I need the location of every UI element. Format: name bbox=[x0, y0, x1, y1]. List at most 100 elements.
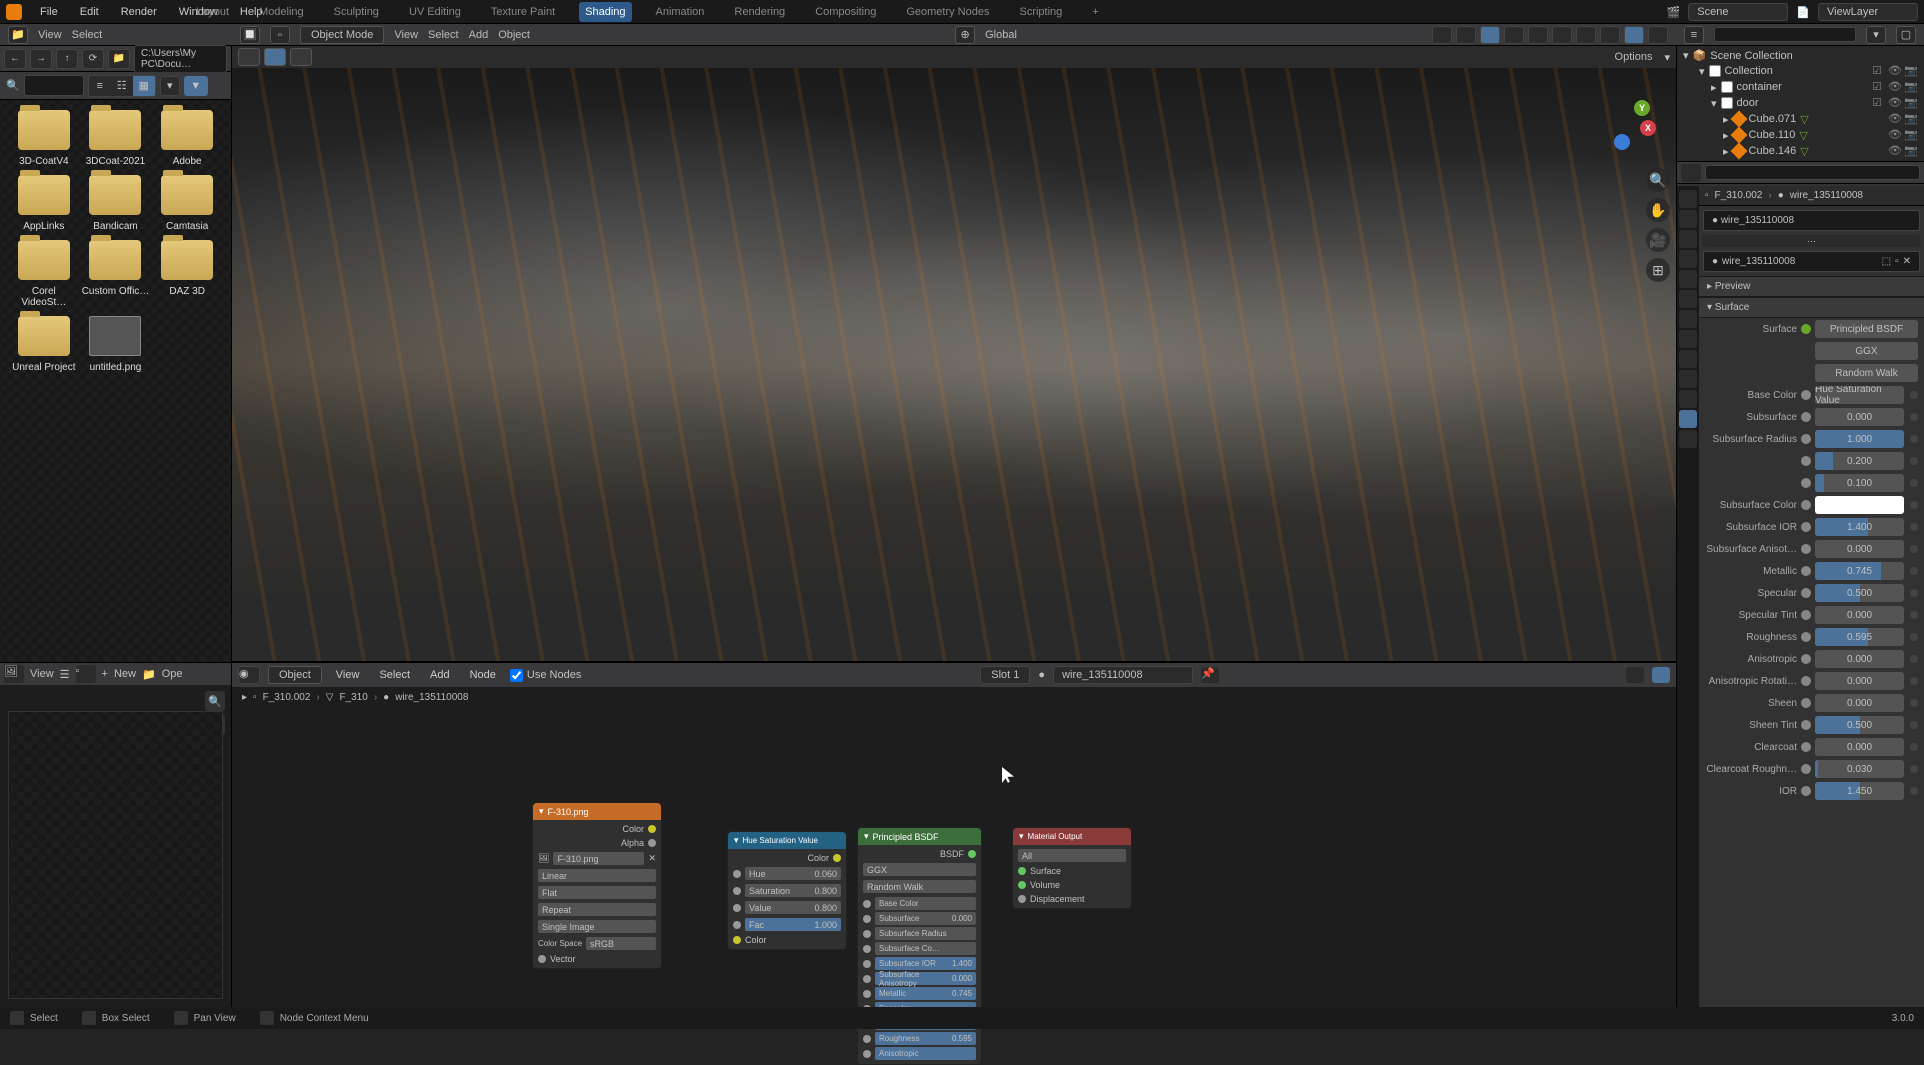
overlay-toggle[interactable] bbox=[1504, 26, 1524, 44]
editor-type-viewport-icon[interactable]: 🔲 bbox=[240, 26, 260, 44]
keyframe-dot-icon[interactable] bbox=[1910, 765, 1918, 773]
property-slider[interactable] bbox=[1815, 496, 1904, 514]
property-slider[interactable]: Hue Saturation Value bbox=[1815, 386, 1904, 404]
vp-object-menu[interactable]: Object bbox=[498, 29, 530, 41]
input-socket[interactable] bbox=[733, 921, 741, 929]
move-tool-icon[interactable] bbox=[290, 48, 312, 66]
input-socket[interactable] bbox=[863, 930, 871, 938]
tab-rendering[interactable]: Rendering bbox=[728, 2, 791, 22]
gizmo-y-axis[interactable]: Y bbox=[1634, 100, 1650, 116]
socket-icon[interactable] bbox=[1801, 566, 1811, 576]
node-value-slider[interactable]: Anisotropic bbox=[875, 1047, 976, 1060]
property-slider[interactable]: 0.000 bbox=[1815, 672, 1904, 690]
shade-rendered[interactable] bbox=[1624, 26, 1644, 44]
surface-shader-select[interactable]: Principled BSDF bbox=[1815, 320, 1918, 338]
socket-icon[interactable] bbox=[1801, 786, 1811, 796]
uv-canvas[interactable] bbox=[8, 711, 223, 999]
folder-icon[interactable]: 📁 bbox=[142, 668, 156, 681]
folder-item[interactable]: AppLinks bbox=[10, 175, 78, 232]
keyframe-dot-icon[interactable] bbox=[1910, 545, 1918, 553]
input-socket[interactable] bbox=[863, 915, 871, 923]
shade-solid[interactable] bbox=[1576, 26, 1596, 44]
prop-tab-physics[interactable] bbox=[1679, 350, 1697, 368]
unlink-icon[interactable]: ✕ bbox=[648, 853, 656, 864]
outliner-item[interactable]: ▾door☑👁📷 bbox=[1681, 95, 1920, 111]
prop-tab-particles[interactable] bbox=[1679, 330, 1697, 348]
properties-search[interactable] bbox=[1705, 165, 1920, 180]
socket-icon[interactable] bbox=[1801, 412, 1811, 422]
prop-tab-render[interactable] bbox=[1679, 190, 1697, 208]
value-slider[interactable]: Value0.800 bbox=[745, 901, 841, 914]
tab-sculpting[interactable]: Sculpting bbox=[328, 2, 385, 22]
drag-handle[interactable]: ⋯ bbox=[1702, 235, 1921, 247]
node-value-slider[interactable]: Subsurface0.000 bbox=[875, 912, 976, 925]
input-socket[interactable] bbox=[733, 870, 741, 878]
property-slider[interactable]: 0.030 bbox=[1815, 760, 1904, 778]
socket-icon[interactable] bbox=[1801, 698, 1811, 708]
node-header[interactable]: ▾F-310.png bbox=[533, 803, 661, 820]
node-value-slider[interactable]: Subsurface IOR1.400 bbox=[875, 957, 976, 970]
node-principled-bsdf[interactable]: ▾Principled BSDF BSDF GGX Random Walk Ba… bbox=[857, 827, 982, 1065]
distribution-select[interactable]: GGX bbox=[863, 863, 976, 876]
render-icon[interactable]: 📷 bbox=[1904, 112, 1918, 126]
render-icon[interactable]: 📷 bbox=[1904, 128, 1918, 142]
output-socket[interactable] bbox=[968, 850, 976, 858]
folder-item[interactable]: Corel VideoSt… bbox=[10, 240, 78, 308]
nav-up-icon[interactable]: ↑ bbox=[56, 49, 78, 69]
tab-compositing[interactable]: Compositing bbox=[809, 2, 882, 22]
node-value-slider[interactable]: Subsurface Co… bbox=[875, 942, 976, 955]
node-hue-saturation[interactable]: ▾Hue Saturation Value Color Hue0.060 Sat… bbox=[727, 831, 847, 950]
keyframe-dot-icon[interactable] bbox=[1910, 479, 1918, 487]
keyframe-dot-icon[interactable] bbox=[1910, 743, 1918, 751]
checkbox-icon[interactable]: ☑ bbox=[1872, 64, 1886, 78]
output-socket[interactable] bbox=[648, 839, 656, 847]
property-slider[interactable]: 0.000 bbox=[1815, 408, 1904, 426]
prop-tab-mesh[interactable] bbox=[1679, 390, 1697, 408]
xray-toggle[interactable] bbox=[1528, 26, 1548, 44]
output-socket[interactable] bbox=[833, 854, 841, 862]
hamburger-icon[interactable]: ☰ bbox=[60, 668, 70, 681]
tab-shading[interactable]: Shading bbox=[579, 2, 631, 22]
shader-node-editor[interactable]: ◉ Object View Select Add Node Use Nodes … bbox=[232, 662, 1676, 1007]
property-slider[interactable]: 0.000 bbox=[1815, 738, 1904, 756]
filter-icon[interactable]: ▼ bbox=[184, 76, 208, 96]
node-value-slider[interactable]: Roughness0.595 bbox=[875, 1032, 976, 1045]
projection-select[interactable]: Flat bbox=[538, 886, 656, 899]
ne-node-menu[interactable]: Node bbox=[464, 667, 502, 683]
colorspace-select[interactable]: sRGB bbox=[586, 937, 656, 950]
material-name-field[interactable]: wire_135110008 bbox=[1053, 666, 1193, 684]
file-search-input[interactable] bbox=[24, 75, 84, 96]
folder-item[interactable]: 3D-CoatV4 bbox=[10, 110, 78, 167]
folder-item[interactable]: Bandicam bbox=[82, 175, 150, 232]
keyframe-dot-icon[interactable] bbox=[1910, 677, 1918, 685]
keyframe-dot-icon[interactable] bbox=[1910, 787, 1918, 795]
target-select[interactable]: All bbox=[1018, 849, 1126, 862]
property-slider[interactable]: 0.000 bbox=[1815, 650, 1904, 668]
socket-icon[interactable] bbox=[1801, 720, 1811, 730]
node-header[interactable]: ▾Principled BSDF bbox=[858, 828, 981, 845]
socket-icon[interactable] bbox=[1801, 522, 1811, 532]
proportional-toggle[interactable] bbox=[1456, 26, 1476, 44]
viewport-3d[interactable]: Options ▾ X Y 🔍 ✋ 🎥 ⊞ bbox=[232, 46, 1676, 662]
input-socket[interactable] bbox=[538, 955, 546, 963]
keyframe-dot-icon[interactable] bbox=[1910, 721, 1918, 729]
fake-user-icon[interactable]: ⬚ bbox=[1882, 256, 1891, 267]
keyframe-dot-icon[interactable] bbox=[1910, 501, 1918, 509]
node-image-texture[interactable]: ▾F-310.png Color Alpha 🖼F-310.png✕ Linea… bbox=[532, 802, 662, 969]
render-icon[interactable]: 📷 bbox=[1904, 96, 1918, 110]
checkbox-icon[interactable]: ☑ bbox=[1872, 96, 1886, 110]
folder-item[interactable]: Camtasia bbox=[153, 175, 221, 232]
socket-icon[interactable] bbox=[1801, 764, 1811, 774]
eye-icon[interactable]: 👁 bbox=[1888, 80, 1902, 94]
property-slider[interactable]: 1.400 bbox=[1815, 518, 1904, 536]
ne-select-menu[interactable]: Select bbox=[373, 667, 416, 683]
prop-tab-scene[interactable] bbox=[1679, 250, 1697, 268]
fb-view-menu[interactable]: View bbox=[38, 29, 62, 41]
input-socket[interactable] bbox=[1018, 867, 1026, 875]
tab-texture-paint[interactable]: Texture Paint bbox=[485, 2, 561, 22]
eye-icon[interactable]: 👁 bbox=[1888, 96, 1902, 110]
display-settings-icon[interactable]: ▾ bbox=[160, 76, 180, 96]
extension-select[interactable]: Repeat bbox=[538, 903, 656, 916]
cursor-tool-icon[interactable] bbox=[238, 48, 260, 66]
outliner-item[interactable]: ▾Collection☑👁📷 bbox=[1681, 63, 1920, 79]
